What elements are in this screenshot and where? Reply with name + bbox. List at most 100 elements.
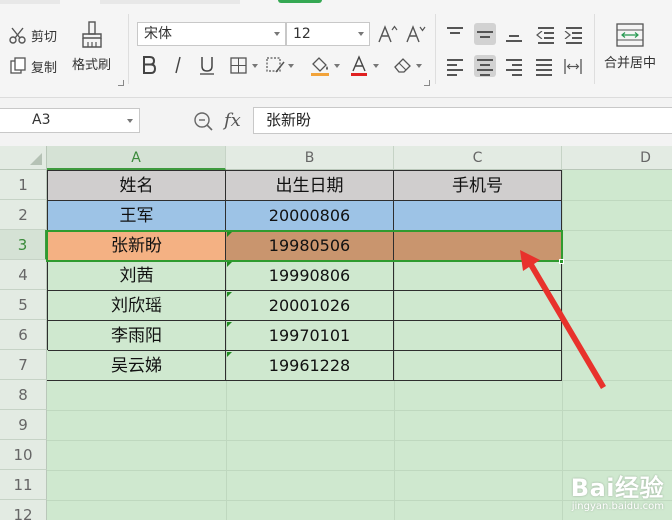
row-header-3[interactable]: 3 bbox=[0, 230, 47, 260]
formula-input[interactable]: 张新盼 bbox=[253, 107, 672, 134]
distributed-align-icon[interactable] bbox=[562, 55, 584, 77]
baidu-jingyan-watermark: Bai经验 jingyan.baidu.com bbox=[571, 468, 664, 512]
table-header-cell[interactable]: 手机号 bbox=[394, 171, 562, 201]
merge-center-label: 合并居中 bbox=[604, 56, 657, 71]
table-cell[interactable]: 刘欣瑶 bbox=[48, 291, 226, 321]
table-cell[interactable]: 李雨阳 bbox=[48, 321, 226, 351]
row-header-2[interactable]: 2 bbox=[0, 200, 47, 230]
table-cell[interactable]: 刘茜 bbox=[48, 261, 226, 291]
underline-button[interactable] bbox=[196, 54, 218, 76]
formula-tools: fx bbox=[192, 108, 241, 133]
align-center-icon[interactable] bbox=[474, 55, 496, 77]
format-painter-label: 格式刷 bbox=[72, 58, 112, 73]
ribbon-toolbar: 剪切 复制 格式刷 宋体 12 合并居中 bbox=[0, 0, 672, 98]
column-header-b[interactable]: B bbox=[226, 146, 394, 170]
font-increase-icon bbox=[378, 25, 398, 43]
table-cell[interactable]: 20001026 bbox=[226, 291, 394, 321]
cell-style-icon bbox=[266, 57, 285, 73]
row-header-9[interactable]: 9 bbox=[0, 410, 47, 440]
align-top-icon[interactable] bbox=[444, 23, 466, 45]
chevron-down-icon[interactable] bbox=[416, 64, 422, 68]
italic-button[interactable] bbox=[167, 54, 189, 76]
font-size-select[interactable]: 12 bbox=[286, 22, 370, 46]
cell-style-button[interactable] bbox=[264, 54, 286, 76]
chevron-down-icon bbox=[274, 32, 280, 36]
column-header-c[interactable]: C bbox=[394, 146, 562, 170]
table-cell-active[interactable]: 张新盼 bbox=[48, 231, 226, 261]
error-indicator-icon bbox=[227, 352, 232, 357]
column-header-a[interactable]: A bbox=[47, 146, 226, 170]
font-color-icon bbox=[351, 55, 367, 76]
error-indicator-icon bbox=[227, 292, 232, 297]
increase-indent-icon[interactable] bbox=[563, 23, 585, 45]
row-header-6[interactable]: 6 bbox=[0, 320, 47, 350]
table-cell[interactable]: 王军 bbox=[48, 201, 226, 231]
zoom-search-icon[interactable] bbox=[192, 110, 214, 132]
paint-bucket-icon bbox=[311, 57, 329, 76]
row-header-7[interactable]: 7 bbox=[0, 350, 47, 380]
fill-color-button[interactable] bbox=[309, 54, 331, 76]
italic-icon bbox=[175, 56, 181, 74]
align-middle-icon[interactable] bbox=[474, 23, 496, 45]
decrease-indent-icon[interactable] bbox=[535, 23, 557, 45]
table-cell[interactable]: 19980506 bbox=[226, 231, 394, 261]
active-tab-indicator bbox=[278, 0, 322, 3]
borders-button[interactable] bbox=[228, 54, 250, 76]
format-painter-button[interactable]: 格式刷 bbox=[72, 20, 111, 73]
merge-cells-icon bbox=[616, 23, 644, 47]
chevron-down-icon bbox=[358, 32, 364, 36]
copy-button[interactable]: 复制 bbox=[8, 56, 57, 76]
table-cell[interactable]: 19990806 bbox=[226, 261, 394, 291]
name-box[interactable]: A3 bbox=[0, 108, 140, 133]
row-header-4[interactable]: 4 bbox=[0, 260, 47, 290]
select-all-icon bbox=[30, 153, 42, 165]
underline-icon bbox=[200, 57, 214, 75]
chevron-down-icon[interactable] bbox=[334, 64, 340, 68]
cell-reference: A3 bbox=[32, 112, 51, 128]
font-color-button[interactable] bbox=[348, 54, 370, 76]
clipboard-expand-icon[interactable] bbox=[118, 80, 124, 86]
formula-bar: A3 fx 张新盼 bbox=[0, 98, 672, 146]
table-cell[interactable]: 19961228 bbox=[226, 351, 394, 381]
insert-function-icon[interactable]: fx bbox=[224, 110, 241, 131]
chevron-down-icon bbox=[127, 119, 133, 123]
row-header-10[interactable]: 10 bbox=[0, 440, 47, 470]
cut-button[interactable]: 剪切 bbox=[8, 25, 57, 45]
table-cell[interactable] bbox=[394, 201, 562, 231]
chevron-down-icon[interactable] bbox=[252, 64, 258, 68]
merge-center-button[interactable]: 合并居中 bbox=[604, 22, 656, 71]
chevron-down-icon[interactable] bbox=[288, 64, 294, 68]
error-indicator-icon bbox=[227, 262, 232, 267]
select-all-button[interactable] bbox=[0, 146, 47, 170]
chevron-down-icon[interactable] bbox=[373, 64, 379, 68]
increase-font-button[interactable] bbox=[376, 23, 398, 45]
bold-button[interactable] bbox=[138, 54, 160, 76]
justify-icon[interactable] bbox=[533, 55, 555, 77]
decrease-font-button[interactable] bbox=[404, 23, 426, 45]
error-indicator-icon bbox=[227, 322, 232, 327]
table-cell[interactable]: 吴云娣 bbox=[48, 351, 226, 381]
error-indicator-icon bbox=[227, 232, 232, 237]
align-right-icon[interactable] bbox=[503, 55, 525, 77]
align-bottom-icon[interactable] bbox=[503, 23, 525, 45]
row-header-8[interactable]: 8 bbox=[0, 380, 47, 410]
row-header-5[interactable]: 5 bbox=[0, 290, 47, 320]
cut-label: 剪切 bbox=[31, 29, 58, 45]
font-name-select[interactable]: 宋体 bbox=[137, 22, 286, 46]
table-cell[interactable]: 20000806 bbox=[226, 201, 394, 231]
scissors-icon bbox=[9, 27, 26, 44]
row-header-11[interactable]: 11 bbox=[0, 470, 47, 500]
table-header-cell[interactable]: 出生日期 bbox=[226, 171, 394, 201]
clear-format-button[interactable] bbox=[392, 54, 414, 76]
table-header-cell[interactable]: 姓名 bbox=[48, 171, 226, 201]
table-cell[interactable]: 19970101 bbox=[226, 321, 394, 351]
font-decrease-icon bbox=[406, 25, 426, 43]
align-left-icon[interactable] bbox=[444, 55, 466, 77]
row-header-1[interactable]: 1 bbox=[0, 170, 47, 200]
spreadsheet-grid[interactable]: A B C D 1 2 3 4 5 6 7 8 9 10 11 12 姓名 出生… bbox=[0, 146, 672, 520]
column-header-d[interactable]: D bbox=[562, 146, 672, 170]
ribbon-tab-strip bbox=[0, 0, 672, 4]
row-header-12[interactable]: 12 bbox=[0, 500, 47, 520]
font-expand-icon[interactable] bbox=[424, 80, 430, 86]
copy-label: 复制 bbox=[31, 60, 58, 76]
